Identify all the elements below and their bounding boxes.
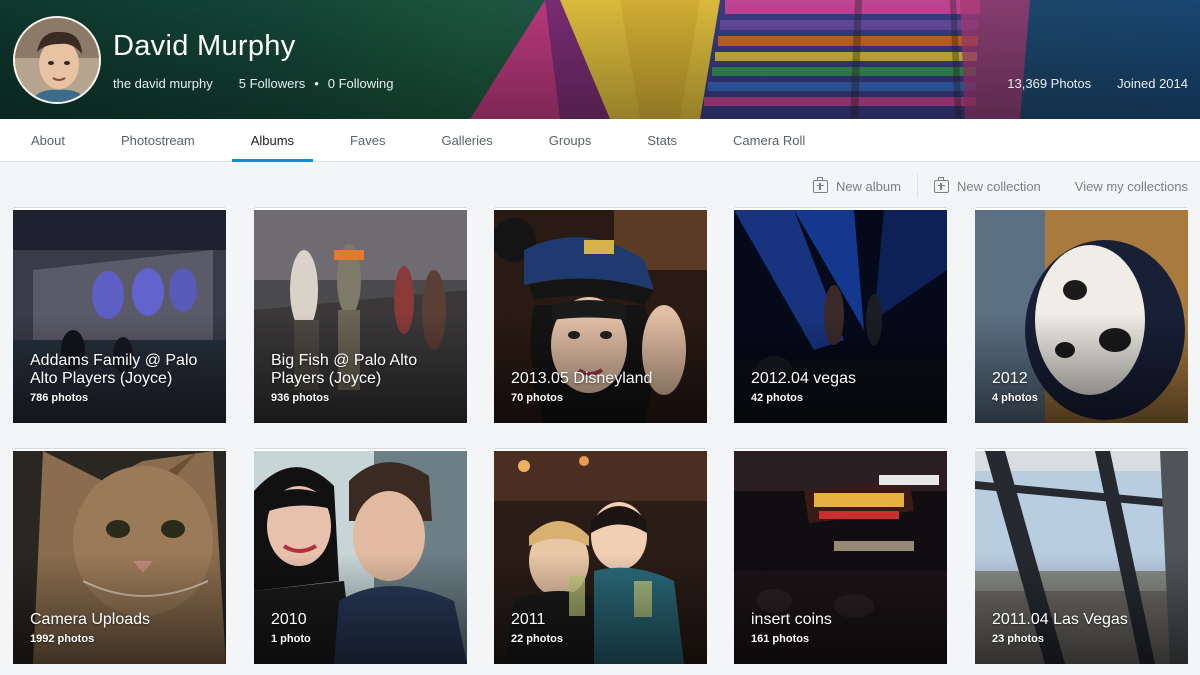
profile-stats: 13,369 Photos Joined 2014 [1007,76,1188,91]
add-collection-icon [933,176,949,193]
album-card[interactable]: 2011 22 photos [494,451,707,664]
album-title: 2010 [271,611,307,628]
album-grid: Addams Family @ Palo Alto Players (Joyce… [0,210,1200,675]
tab-faves[interactable]: Faves [331,119,404,161]
album-card[interactable]: 2011.04 Las Vegas 23 photos [975,451,1188,664]
avatar-photo [15,18,99,102]
new-collection-button[interactable]: New collection [933,176,1041,194]
album-card[interactable]: Addams Family @ Palo Alto Players (Joyce… [13,210,226,423]
album-card[interactable]: Big Fish @ Palo Alto Players (Joyce) 936… [254,210,467,423]
album-title: insert coins [751,611,832,628]
new-album-label: New album [835,178,901,194]
album-title: Addams Family @ Palo Alto Players (Joyce… [30,352,198,387]
tab-groups[interactable]: Groups [530,119,611,161]
view-collections-link[interactable]: View my collections [1075,179,1188,194]
profile-name: David Murphy [113,30,296,62]
tab-about[interactable]: About [12,119,84,161]
album-title: 2011.04 Las Vegas [992,611,1128,628]
album-title: 2013.05 Disneyland [511,370,653,387]
album-count: 161 photos [751,633,810,645]
following-link[interactable]: 0 Following [328,76,394,91]
album-title: Big Fish @ Palo Alto Players (Joyce) [271,352,418,387]
profile-meta: the david murphy 5 Followers • 0 Followi… [113,76,394,91]
album-count: 4 photos [992,392,1038,404]
followers-link[interactable]: 5 Followers [239,76,305,91]
albums-toolbar: New album New collection View my collect… [0,162,1200,210]
album-card[interactable]: 2012 4 photos [975,210,1188,423]
album-title: 2012.04 vegas [751,370,856,387]
album-card[interactable]: 2013.05 Disneyland 70 photos [494,210,707,423]
tab-stats[interactable]: Stats [628,119,696,161]
new-collection-label: New collection [956,178,1041,194]
album-count: 1 photo [271,633,311,645]
album-title: 2011 [511,611,546,628]
tab-photostream[interactable]: Photostream [102,119,214,161]
tab-galleries[interactable]: Galleries [422,119,511,161]
album-count: 1992 photos [30,633,95,645]
album-count: 42 photos [751,392,803,404]
tab-camera-roll[interactable]: Camera Roll [714,119,824,161]
tab-albums[interactable]: Albums [231,119,314,162]
album-count: 936 photos [271,392,330,404]
album-card[interactable]: insert coins 161 photos [734,451,947,664]
new-album-button[interactable]: New album [812,176,901,194]
photo-count: 13,369 Photos [1007,76,1092,91]
album-card[interactable]: 2012.04 vegas 42 photos [734,210,947,423]
album-title: 2012 [992,370,1028,387]
add-album-icon [812,176,828,193]
cover-header: David Murphy the david murphy 5 Follower… [0,0,1200,119]
toolbar-divider [916,174,918,198]
album-count: 22 photos [511,633,563,645]
album-card[interactable]: 2010 1 photo [254,451,467,664]
joined-date: Joined 2014 [1117,76,1188,91]
profile-tabs: About Photostream Albums Faves Galleries… [0,119,1200,162]
album-count: 23 photos [992,633,1044,645]
album-count: 70 photos [511,392,563,404]
album-title: Camera Uploads [30,611,151,628]
album-count: 786 photos [30,392,89,404]
profile-username: the david murphy [113,76,213,91]
avatar[interactable] [13,16,101,104]
album-card[interactable]: Camera Uploads 1992 photos [13,451,226,664]
meta-separator: • [314,76,319,91]
